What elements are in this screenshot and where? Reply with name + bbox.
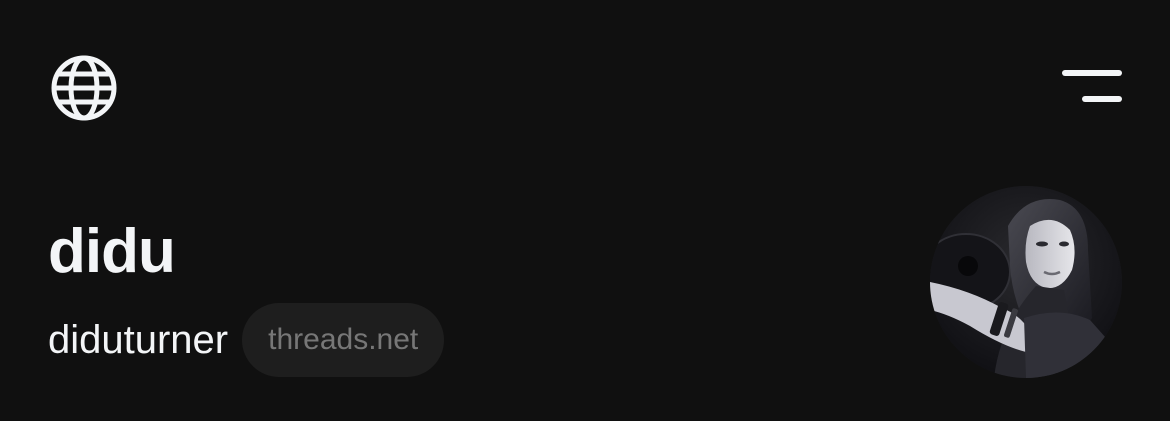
threads-domain-badge[interactable]: threads.net bbox=[242, 303, 445, 377]
menu-button[interactable] bbox=[1052, 58, 1132, 114]
profile-photo bbox=[930, 186, 1122, 378]
globe-button[interactable] bbox=[48, 52, 120, 124]
profile-header: didu diduturner threads.net bbox=[0, 0, 1170, 421]
globe-icon bbox=[51, 55, 117, 121]
username: diduturner bbox=[48, 318, 229, 362]
menu-icon-line-top bbox=[1062, 70, 1122, 76]
profile-name: didu bbox=[48, 217, 176, 286]
avatar[interactable] bbox=[930, 186, 1122, 378]
menu-icon-line-bottom bbox=[1082, 96, 1122, 102]
handle-row: diduturner threads.net bbox=[48, 302, 445, 378]
